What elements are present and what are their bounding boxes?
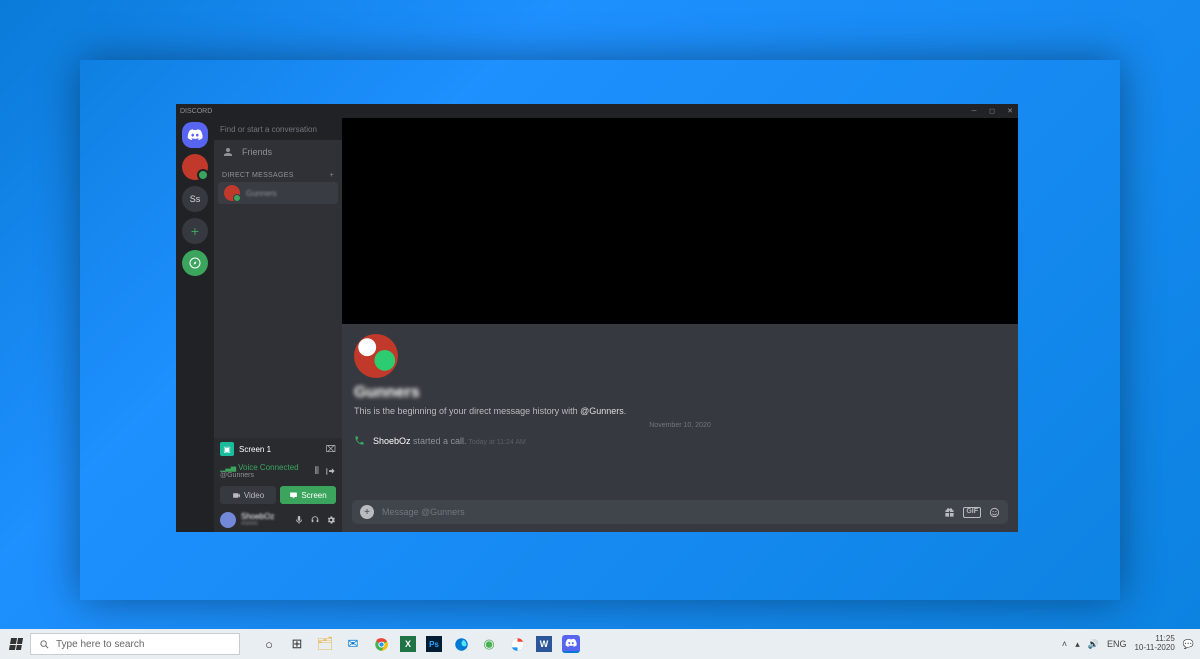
message-composer[interactable]: + Message @Gunners GIF [352,500,1008,524]
app-title: DISCORD [180,108,212,115]
dm-header-label: DIRECT MESSAGES [222,172,294,179]
stop-stream-icon[interactable]: ⌧ [326,444,336,455]
explorer-icon[interactable]: 🗂 [316,635,334,653]
home-button[interactable] [182,122,208,148]
tray-network-icon[interactable]: ▴ [1075,639,1080,650]
app-icon-1[interactable]: ◉ [480,635,498,653]
chrome-icon[interactable] [372,635,390,653]
taskbar-search-placeholder: Type here to search [56,639,144,650]
tray-volume-icon[interactable]: 🔊 [1088,639,1099,650]
start-button[interactable] [6,634,26,654]
create-dm-button[interactable]: + [330,172,334,179]
friends-icon [222,146,234,158]
video-button[interactable]: Video [220,486,276,504]
tray-language[interactable]: ENG [1107,639,1127,649]
system-tray: ˄ ▴ 🔊 ENG 11:25 10-11-2020 💬 [1062,635,1194,653]
task-view-icon[interactable]: ⊞ [288,635,306,653]
composer-placeholder: Message @Gunners [382,507,936,517]
discord-window: DISCORD ─ ◻ ✕ Ss + Find or start a conve… [176,104,1018,532]
windows-taskbar: Type here to search ○ ⊞ 🗂 ✉ X Ps ◉ W ˄ ▴… [0,629,1200,659]
contact-name: Gunners [354,384,1006,402]
screen-icon [289,491,298,500]
self-username: ShoebOz [241,513,274,521]
gif-button[interactable]: GIF [963,507,981,518]
voice-status-row: ▁▃▅ Voice Connected @Gunners ⫴ [214,460,342,482]
video-screen-row: Video Screen [214,482,342,508]
tray-clock[interactable]: 11:25 10-11-2020 [1134,635,1174,653]
photoshop-icon[interactable]: Ps [426,636,442,652]
stream-thumb-icon: ▣ [220,442,234,456]
mute-icon[interactable] [294,515,304,525]
search-placeholder: Find or start a conversation [220,125,317,134]
dm-header: DIRECT MESSAGES + [214,164,342,181]
app-icon-2[interactable] [508,635,526,653]
word-icon[interactable]: W [536,636,552,652]
tray-chevron-icon[interactable]: ˄ [1062,639,1067,649]
dm-name: Gunners [246,189,277,198]
search-icon [39,639,50,650]
edge-icon[interactable] [452,635,470,653]
compass-icon [189,257,201,269]
screen-share-button[interactable]: Screen [280,486,336,504]
disconnect-icon[interactable] [325,466,336,477]
dm-avatar-rail[interactable] [182,154,208,180]
user-panel: ShoebOz #0000 [214,508,342,532]
emoji-icon[interactable] [989,507,1000,518]
server-ss[interactable]: Ss [182,186,208,212]
cortana-icon[interactable]: ○ [260,635,278,653]
dm-intro-text: This is the beginning of your direct mes… [354,406,1006,416]
titlebar: DISCORD ─ ◻ ✕ [176,104,1018,118]
camera-icon [232,491,241,500]
self-tag: #0000 [241,521,274,527]
close-button[interactable]: ✕ [1006,107,1014,115]
mail-icon[interactable]: ✉ [344,635,362,653]
discord-taskbar-icon[interactable] [562,635,580,653]
attach-button[interactable]: + [360,505,374,519]
discord-logo-icon [187,129,203,141]
stream-label: Screen 1 [239,445,271,454]
deafen-icon[interactable] [310,515,320,525]
stream-status-row[interactable]: ▣ Screen 1 ⌧ [214,438,342,460]
windows-logo-icon [9,638,23,650]
excel-icon[interactable]: X [400,636,416,652]
noise-suppress-icon[interactable]: ⫴ [315,466,319,477]
server-rail: Ss + [176,118,214,532]
chat-main: Gunners This is the beginning of your di… [342,118,1018,532]
dm-avatar-icon [224,185,240,201]
explore-button[interactable] [182,250,208,276]
date-divider: November 10, 2020 [354,422,1006,429]
add-server-button[interactable]: + [182,218,208,244]
contact-avatar [354,334,398,378]
tray-notifications-icon[interactable]: 💬 [1183,639,1194,650]
phone-icon [354,435,365,446]
search-input[interactable]: Find or start a conversation [214,118,342,140]
msg-user: ShoebOz [373,436,411,446]
voice-channel: @Gunners [220,472,299,479]
gift-icon[interactable] [944,507,955,518]
self-avatar[interactable] [220,512,236,528]
friends-label: Friends [242,147,272,157]
settings-icon[interactable] [326,515,336,525]
minimize-button[interactable]: ─ [970,107,978,115]
channel-sidebar: Find or start a conversation Friends DIR… [214,118,342,532]
taskbar-search[interactable]: Type here to search [30,633,240,655]
call-video-area[interactable] [342,118,1018,324]
chat-scroll: Gunners This is the beginning of your di… [342,324,1018,494]
maximize-button[interactable]: ◻ [988,107,996,115]
voice-status: ▁▃▅ Voice Connected [220,463,299,472]
friends-button[interactable]: Friends [214,140,342,164]
call-message: ShoebOz started a call. Today at 11:24 A… [354,435,1006,446]
dm-item-gunners[interactable]: Gunners [218,182,338,204]
